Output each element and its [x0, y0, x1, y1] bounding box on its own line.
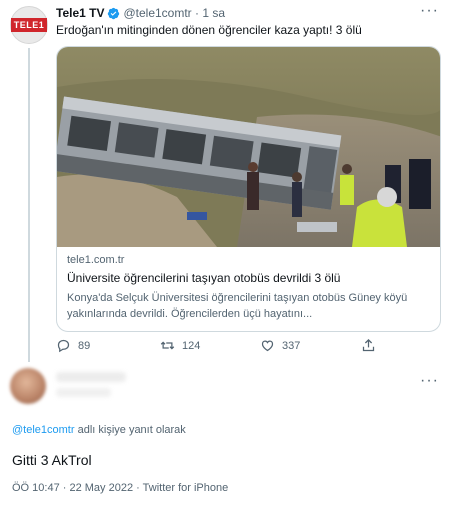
reply-icon [57, 339, 70, 353]
tweet-text: Erdoğan'ın mitinginden dönen öğrenciler … [56, 23, 362, 37]
separator-dot: · [195, 6, 200, 20]
share-action[interactable] [361, 338, 383, 353]
share-icon [362, 338, 375, 352]
retweet-action[interactable]: 124 [160, 338, 200, 353]
reply-count: 89 [78, 339, 91, 352]
replier-name-redacted [56, 372, 126, 382]
author-avatar[interactable]: TELE1 [10, 6, 48, 44]
thread-connector [28, 48, 30, 362]
card-title: Üniversite öğrencilerini taşıyan otobüs … [67, 271, 341, 285]
reply-timestamp[interactable]: ÖÖ 10:47 · 22 May 2022 · Twitter for iPh… [12, 482, 228, 494]
tweet-actions: 89 124 337 [56, 338, 396, 358]
replying-to: @tele1comtr adlı kişiye yanıt olarak [12, 424, 186, 436]
retweet-count: 124 [182, 339, 201, 352]
author-handle[interactable]: @tele1comtr [123, 6, 191, 20]
card-image [57, 47, 440, 247]
reply-action[interactable]: 89 [56, 338, 90, 353]
retweet-icon [160, 341, 175, 350]
verified-badge-icon [108, 7, 120, 19]
card-body: tele1.com.tr Üniversite öğrencilerini ta… [67, 254, 435, 322]
more-horizontal-icon[interactable]: ··· [420, 2, 439, 20]
card-domain: tele1.com.tr [67, 254, 125, 266]
link-card[interactable]: tele1.com.tr Üniversite öğrencilerini ta… [56, 46, 441, 332]
like-action[interactable]: 337 [260, 338, 300, 353]
reply-tweet[interactable]: ··· @tele1comtr adlı kişiye yanıt olarak… [0, 362, 449, 507]
card-description: Konya'da Selçuk Üniversitesi öğrencileri… [67, 292, 408, 320]
heart-icon [261, 340, 274, 352]
replier-avatar[interactable] [10, 368, 46, 404]
like-count: 337 [282, 339, 301, 352]
more-horizontal-icon[interactable]: ··· [420, 372, 439, 390]
tweet-time[interactable]: 1 sa [202, 6, 225, 20]
reply-to-label: adlı kişiye yanıt olarak [74, 424, 186, 436]
tele1-logo: TELE1 [10, 18, 48, 32]
tweet-header: Tele1 TV @tele1comtr · 1 sa [56, 6, 225, 20]
author-name[interactable]: Tele1 TV [56, 6, 104, 20]
replier-handle-redacted [56, 388, 111, 397]
quoted-tweet[interactable]: TELE1 Tele1 TV @tele1comtr · 1 sa ··· Er… [0, 0, 449, 362]
reply-text: Gitti 3 AkTrol [12, 452, 92, 468]
reply-mention-link[interactable]: @tele1comtr [12, 424, 75, 436]
